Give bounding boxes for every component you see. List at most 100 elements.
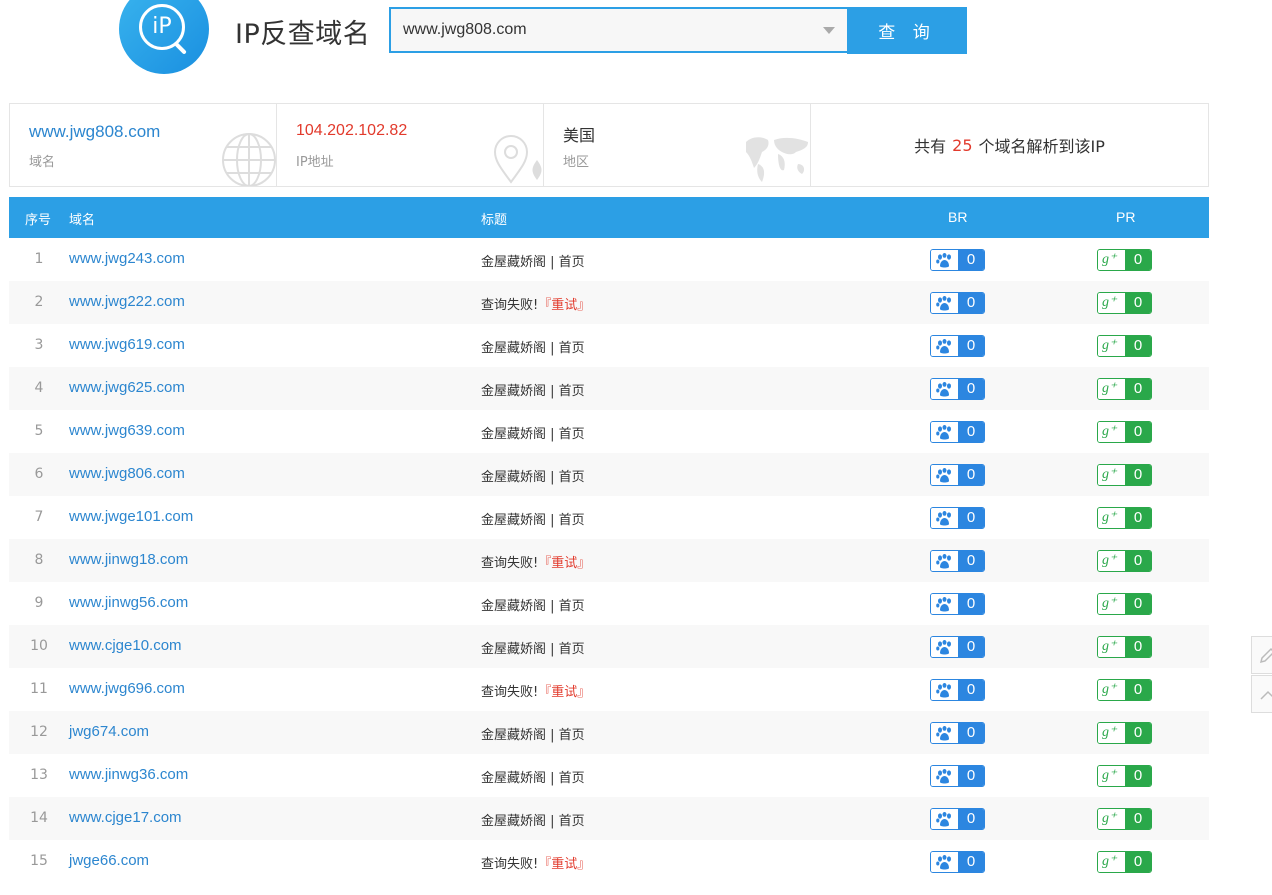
br-badge[interactable]: 0 [930, 808, 985, 830]
info-domain-value[interactable]: www.jwg808.com [29, 122, 160, 142]
row-title-text: 金屋藏娇阁 | 首页 [481, 642, 585, 657]
table-row: 7 www.jwge101.com 金屋藏娇阁 | 首页 0 g⁺ 0 [9, 496, 1209, 539]
row-title-text: 金屋藏娇阁 | 首页 [481, 728, 585, 743]
table-row: 3 www.jwg619.com 金屋藏娇阁 | 首页 0 g⁺ 0 [9, 324, 1209, 367]
row-index: 8 [34, 552, 44, 568]
baidu-paw-icon [931, 852, 958, 872]
br-badge[interactable]: 0 [930, 636, 985, 658]
pr-badge[interactable]: g⁺ 0 [1097, 464, 1152, 486]
retry-link[interactable]: 『重试』 [538, 685, 590, 700]
header-title: 标题 [481, 213, 508, 228]
pr-badge[interactable]: g⁺ 0 [1097, 851, 1152, 873]
baidu-paw-icon [931, 680, 958, 700]
header-index: 序号 [25, 213, 52, 228]
row-domain-link[interactable]: www.jwg619.com [69, 336, 185, 353]
header-br: BR [948, 209, 968, 225]
br-value: 0 [958, 379, 984, 399]
row-title: 金屋藏娇阁 | 首页 [481, 423, 585, 442]
google-plus-icon: g⁺ [1098, 637, 1125, 657]
pr-badge[interactable]: g⁺ 0 [1097, 421, 1152, 443]
search-button[interactable]: 查 询 [847, 7, 967, 54]
retry-link[interactable]: 『重试』 [538, 298, 590, 313]
row-domain-link[interactable]: www.jwg625.com [69, 379, 185, 396]
br-badge[interactable]: 0 [930, 679, 985, 701]
row-title: 金屋藏娇阁 | 首页 [481, 466, 585, 485]
br-badge[interactable]: 0 [930, 292, 985, 314]
row-title: 查询失败!『重试』 [481, 681, 590, 700]
pr-badge[interactable]: g⁺ 0 [1097, 593, 1152, 615]
br-badge[interactable]: 0 [930, 335, 985, 357]
pr-value: 0 [1125, 594, 1151, 614]
row-domain-link[interactable]: jwg674.com [69, 723, 149, 740]
row-title: 金屋藏娇阁 | 首页 [481, 810, 585, 829]
row-domain-link[interactable]: www.jwg806.com [69, 465, 185, 482]
row-title-text: 金屋藏娇阁 | 首页 [481, 384, 585, 399]
br-badge[interactable]: 0 [930, 421, 985, 443]
pr-badge[interactable]: g⁺ 0 [1097, 507, 1152, 529]
row-fail-text: 查询失败! [481, 857, 539, 872]
br-badge[interactable]: 0 [930, 507, 985, 529]
google-plus-icon: g⁺ [1098, 852, 1125, 872]
search-box [389, 7, 847, 53]
br-badge[interactable]: 0 [930, 550, 985, 572]
br-badge[interactable]: 0 [930, 593, 985, 615]
row-domain-link[interactable]: www.jinwg18.com [69, 551, 188, 568]
pr-badge[interactable]: g⁺ 0 [1097, 808, 1152, 830]
row-title-text: 金屋藏娇阁 | 首页 [481, 814, 585, 829]
row-domain-link[interactable]: www.jwg696.com [69, 680, 185, 697]
pr-value: 0 [1125, 680, 1151, 700]
pr-badge[interactable]: g⁺ 0 [1097, 249, 1152, 271]
row-domain-link[interactable]: www.jwge101.com [69, 508, 193, 525]
pr-badge[interactable]: g⁺ 0 [1097, 765, 1152, 787]
search-input[interactable] [391, 9, 835, 51]
br-badge[interactable]: 0 [930, 851, 985, 873]
info-ip: 104.202.102.82 IP地址 [277, 104, 544, 186]
br-value: 0 [958, 422, 984, 442]
br-badge[interactable]: 0 [930, 378, 985, 400]
br-value: 0 [958, 336, 984, 356]
pr-badge[interactable]: g⁺ 0 [1097, 722, 1152, 744]
row-index: 15 [30, 853, 48, 869]
baidu-paw-icon [931, 250, 958, 270]
table-header: 序号 域名 标题 BR PR [9, 197, 1209, 238]
site-logo[interactable]: iP [119, 0, 209, 74]
row-domain-link[interactable]: www.jwg243.com [69, 250, 185, 267]
retry-link[interactable]: 『重试』 [538, 556, 590, 571]
pr-value: 0 [1125, 422, 1151, 442]
br-badge[interactable]: 0 [930, 722, 985, 744]
baidu-paw-icon [931, 809, 958, 829]
pr-badge[interactable]: g⁺ 0 [1097, 550, 1152, 572]
row-domain-link[interactable]: www.jinwg56.com [69, 594, 188, 611]
info-region-value: 美国 [563, 126, 596, 145]
baidu-paw-icon [931, 637, 958, 657]
pr-badge[interactable]: g⁺ 0 [1097, 636, 1152, 658]
pr-badge[interactable]: g⁺ 0 [1097, 292, 1152, 314]
row-title: 查询失败!『重试』 [481, 552, 590, 571]
pr-badge[interactable]: g⁺ 0 [1097, 679, 1152, 701]
pr-badge[interactable]: g⁺ 0 [1097, 335, 1152, 357]
row-domain-link[interactable]: jwge66.com [69, 852, 149, 869]
pr-badge[interactable]: g⁺ 0 [1097, 378, 1152, 400]
table-row: 12 jwg674.com 金屋藏娇阁 | 首页 0 g⁺ 0 [9, 711, 1209, 754]
br-badge[interactable]: 0 [930, 464, 985, 486]
baidu-paw-icon [931, 379, 958, 399]
row-domain-link[interactable]: www.jwg222.com [69, 293, 185, 310]
row-title: 金屋藏娇阁 | 首页 [481, 337, 585, 356]
google-plus-icon: g⁺ [1098, 379, 1125, 399]
back-to-top-tool[interactable] [1251, 675, 1272, 713]
feedback-edit-tool[interactable] [1251, 636, 1272, 674]
row-domain-link[interactable]: www.cjge10.com [69, 637, 182, 654]
retry-link[interactable]: 『重试』 [538, 857, 590, 872]
baidu-paw-icon [931, 293, 958, 313]
row-domain-link[interactable]: www.cjge17.com [69, 809, 182, 826]
table-row: 11 www.jwg696.com 查询失败!『重试』 0 g⁺ 0 [9, 668, 1209, 711]
br-value: 0 [958, 293, 984, 313]
row-domain-link[interactable]: www.jwg639.com [69, 422, 185, 439]
row-domain-link[interactable]: www.jinwg36.com [69, 766, 188, 783]
br-badge[interactable]: 0 [930, 765, 985, 787]
magnifier-handle-icon [174, 42, 187, 55]
row-title: 金屋藏娇阁 | 首页 [481, 251, 585, 270]
row-index: 3 [34, 337, 44, 353]
br-badge[interactable]: 0 [930, 249, 985, 271]
dropdown-caret-icon[interactable] [823, 27, 835, 34]
